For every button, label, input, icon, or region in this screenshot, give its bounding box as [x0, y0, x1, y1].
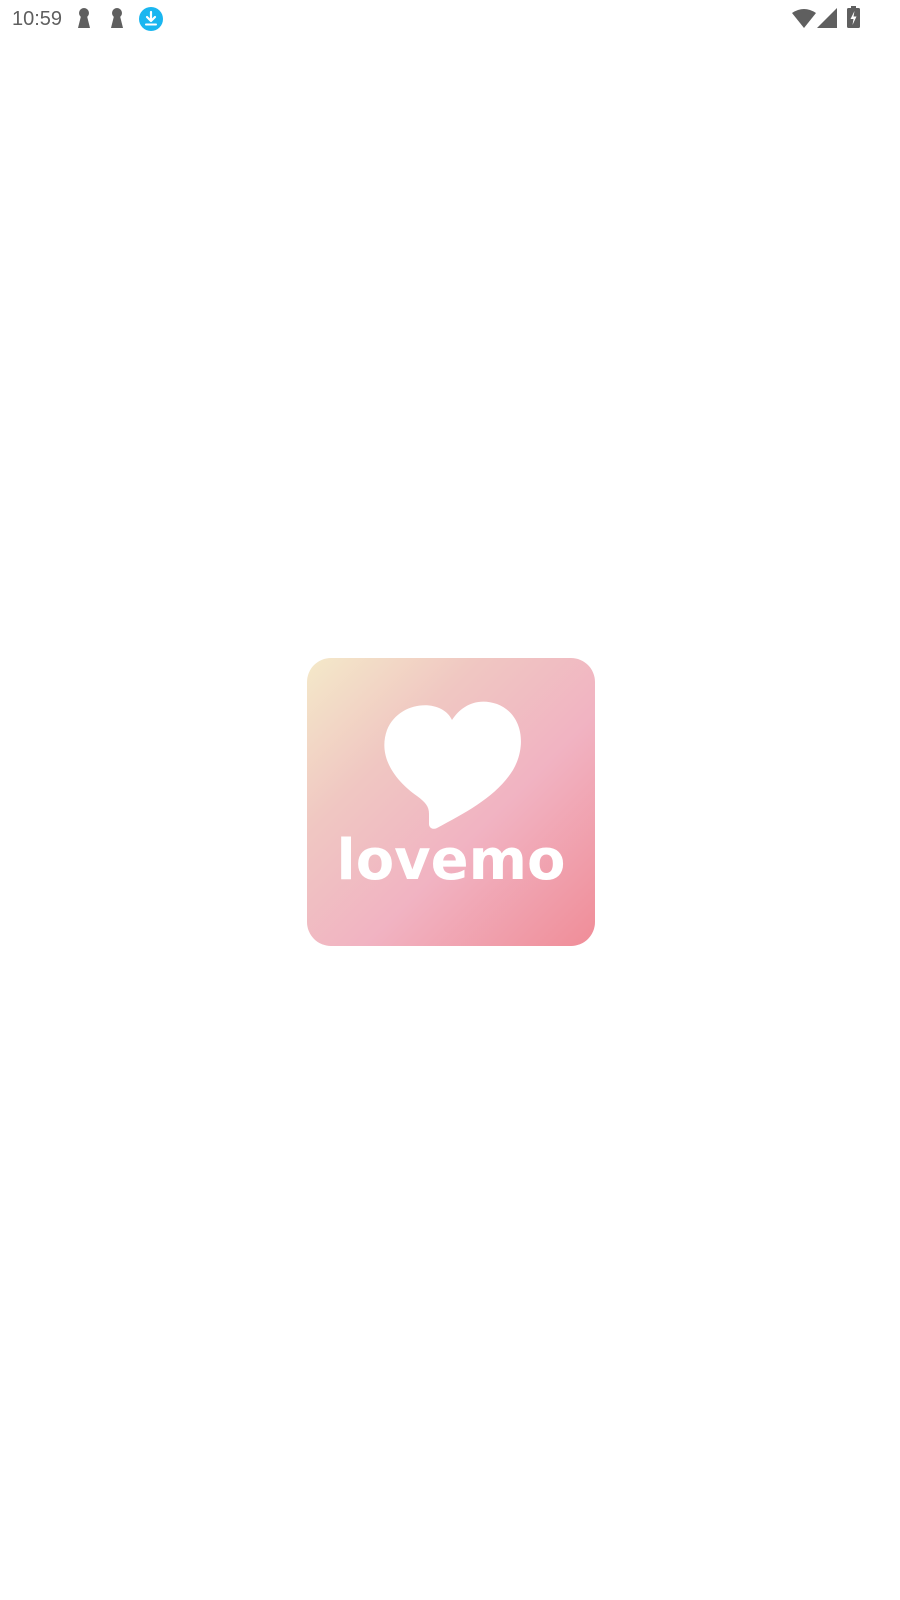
keyhole-icon — [78, 8, 90, 28]
status-bar: 10:59 — [0, 0, 900, 38]
splash-screen: 10:59 lovemo — [0, 0, 900, 1600]
status-time: 10:59 — [12, 8, 63, 30]
cellular-signal-icon — [817, 8, 837, 28]
keyhole-icon — [111, 8, 123, 28]
logo-wordmark: lovemo — [336, 828, 566, 893]
heart-speech-bubble-icon — [384, 701, 521, 829]
download-icon — [139, 7, 163, 31]
wifi-icon — [792, 9, 816, 28]
app-logo: lovemo — [307, 658, 595, 946]
battery-charging-icon — [847, 6, 860, 28]
